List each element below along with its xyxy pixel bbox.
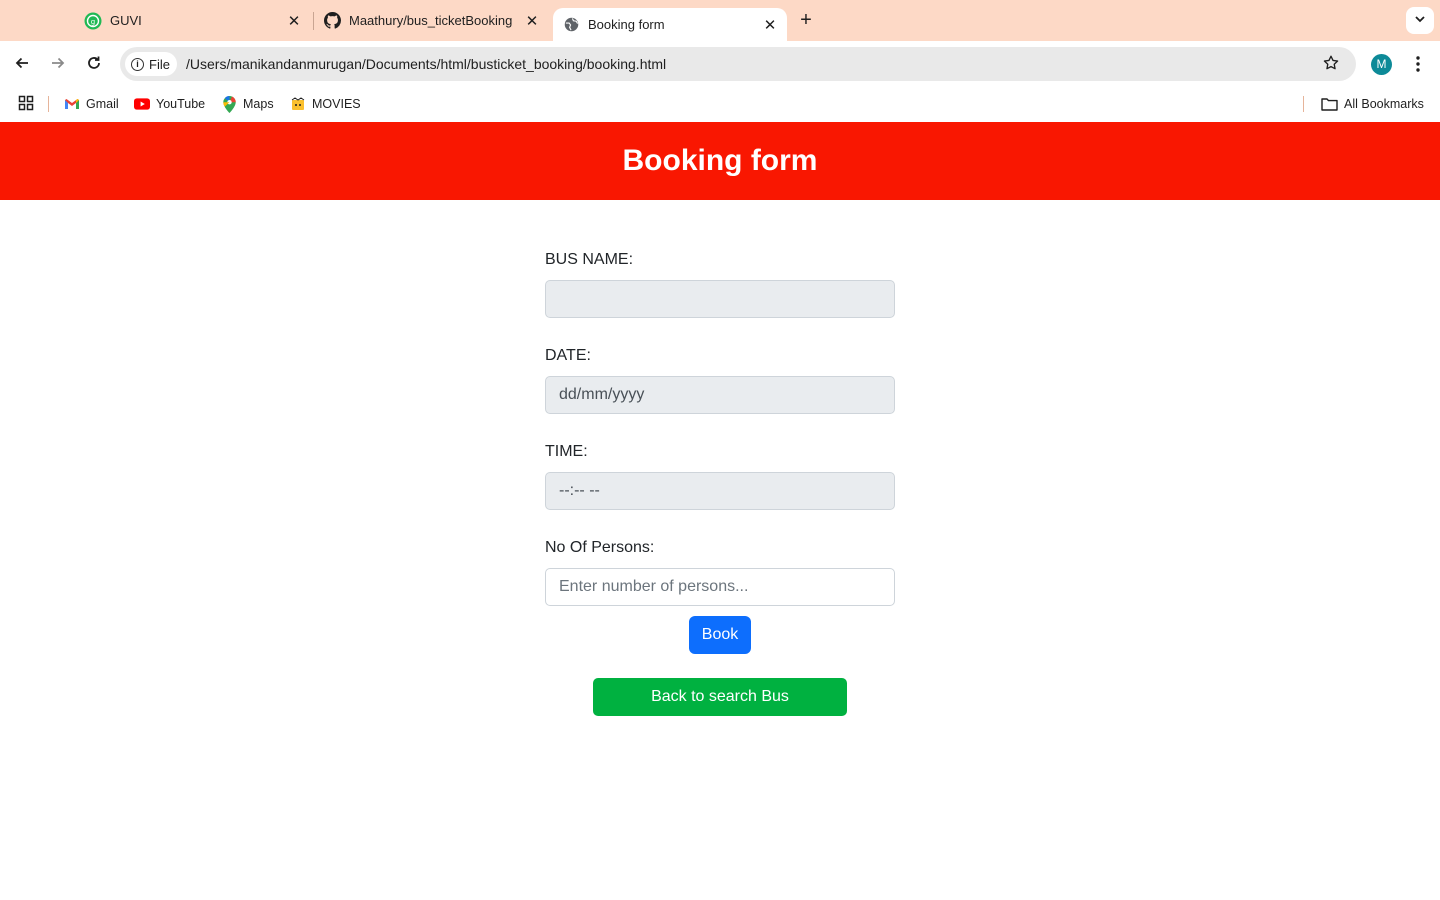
- guvi-icon: g: [84, 12, 102, 30]
- apps-button[interactable]: [18, 95, 34, 113]
- date-group: DATE: dd/mm/yyyy: [545, 346, 895, 414]
- movies-icon: [290, 96, 306, 112]
- bookmarks-divider: [48, 96, 49, 112]
- date-label: DATE:: [545, 347, 591, 364]
- forward-button[interactable]: [47, 52, 69, 74]
- tab-title: GUVI: [110, 13, 142, 28]
- bookmark-movies[interactable]: MOVIES: [290, 95, 361, 113]
- persons-label: No Of Persons:: [545, 539, 655, 556]
- page-header: Booking form: [0, 122, 1440, 200]
- book-button[interactable]: Book: [689, 616, 751, 654]
- bus-name-label: BUS NAME:: [545, 251, 634, 268]
- all-bookmarks-button[interactable]: All Bookmarks: [1320, 95, 1424, 113]
- reload-icon: [88, 56, 100, 69]
- time-group: TIME: --:-- --: [545, 442, 895, 510]
- booking-form: BUS NAME: DATE: dd/mm/yyyy TIME: --:-- -…: [545, 250, 895, 634]
- more-menu-icon[interactable]: [1408, 53, 1428, 75]
- back-button[interactable]: [11, 52, 33, 74]
- persons-group: No Of Persons:: [545, 538, 895, 606]
- bookmark-gmail[interactable]: Gmail: [64, 95, 119, 113]
- time-label: TIME:: [545, 443, 588, 460]
- tab-search-button[interactable]: [1406, 7, 1434, 34]
- bookmark-maps[interactable]: Maps: [221, 95, 274, 113]
- tab-strip: g GUVI ✕ Maathury/bus_ticketBooking ✕ Bo…: [0, 0, 1440, 41]
- svg-text:g: g: [91, 18, 95, 26]
- bookmark-label: YouTube: [156, 97, 206, 111]
- close-icon[interactable]: ✕: [523, 12, 541, 30]
- address-bar[interactable]: i File /Users/manikandanmurugan/Document…: [120, 47, 1356, 81]
- maps-icon: [221, 95, 237, 113]
- bookmarks-divider: [1303, 96, 1304, 112]
- close-icon[interactable]: ✕: [761, 16, 779, 34]
- tab-guvi[interactable]: g GUVI ✕: [84, 0, 306, 41]
- arrow-right-icon: [52, 57, 65, 69]
- site-info-chip[interactable]: i File: [125, 52, 177, 76]
- url-text[interactable]: /Users/manikandanmurugan/Documents/html/…: [186, 56, 666, 72]
- reload-button[interactable]: [83, 52, 105, 74]
- bookmark-label: Maps: [243, 97, 274, 111]
- chevron-down-icon: [1414, 12, 1426, 30]
- site-info-label: File: [149, 56, 170, 72]
- bookmark-youtube[interactable]: YouTube: [134, 95, 205, 113]
- tab-github[interactable]: Maathury/bus_ticketBooking ✕: [323, 0, 545, 41]
- gmail-icon: [64, 96, 80, 112]
- globe-icon: [562, 16, 580, 34]
- persons-input[interactable]: [545, 568, 895, 606]
- all-bookmarks-label: All Bookmarks: [1344, 97, 1424, 111]
- info-icon: i: [131, 57, 144, 71]
- github-icon: [323, 12, 341, 30]
- arrow-left-icon: [15, 57, 28, 69]
- time-input[interactable]: --:-- --: [545, 472, 895, 510]
- page-title: Booking form: [622, 144, 818, 177]
- tab-title: Maathury/bus_ticketBooking: [349, 13, 513, 28]
- close-icon[interactable]: ✕: [285, 12, 303, 30]
- new-tab-button[interactable]: +: [796, 10, 816, 30]
- tab-booking-form[interactable]: Booking form ✕: [553, 8, 787, 41]
- bookmarks-bar: Gmail YouTube Maps MOVIES All Bookmarks: [0, 86, 1440, 122]
- folder-icon: [1320, 96, 1338, 112]
- apps-grid-icon: [18, 95, 34, 114]
- profile-avatar[interactable]: M: [1371, 54, 1392, 75]
- tab-divider: [313, 12, 314, 30]
- youtube-icon: [134, 96, 150, 112]
- date-input[interactable]: dd/mm/yyyy: [545, 376, 895, 414]
- bus-name-group: BUS NAME:: [545, 250, 895, 318]
- bookmark-star-icon[interactable]: [1322, 54, 1342, 74]
- browser-toolbar: i File /Users/manikandanmurugan/Document…: [0, 41, 1440, 86]
- bookmark-label: MOVIES: [312, 97, 361, 111]
- tab-title: Booking form: [588, 17, 665, 32]
- bookmark-label: Gmail: [86, 97, 119, 111]
- back-to-search-button[interactable]: Back to search Bus: [593, 678, 847, 716]
- bus-name-input[interactable]: [545, 280, 895, 318]
